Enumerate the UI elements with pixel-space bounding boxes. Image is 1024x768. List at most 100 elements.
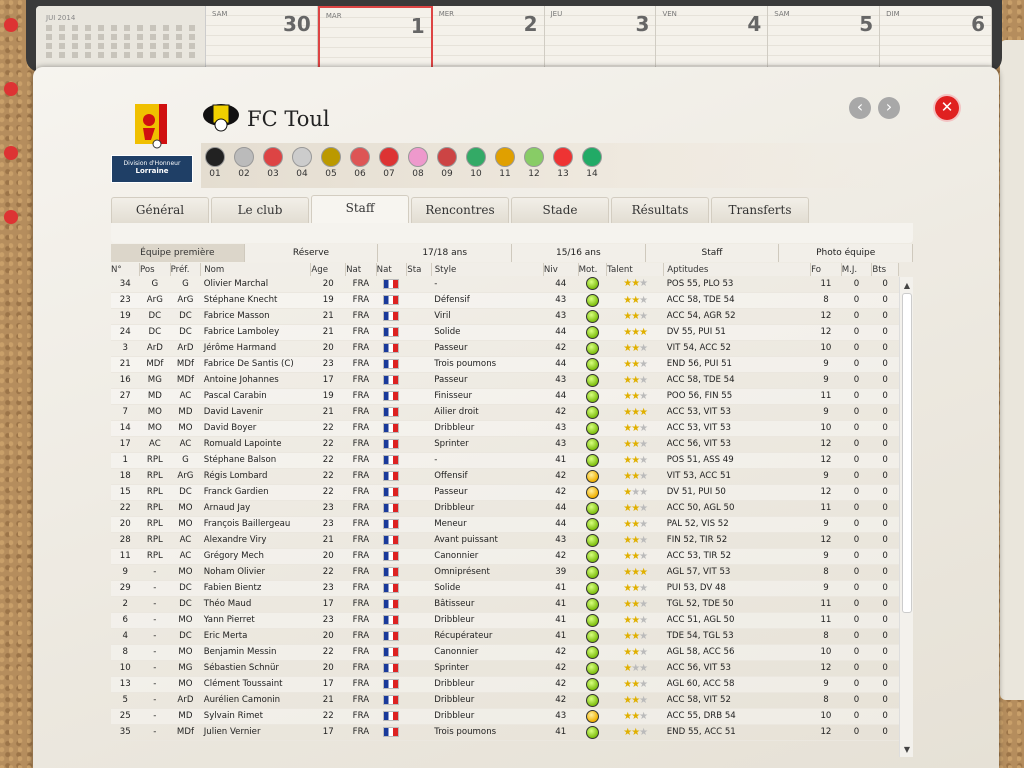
player-goals: 0 <box>871 452 899 469</box>
table-row[interactable]: 10- MG Sébastien Schnür 20 FRA Sprinter 42 ★★★ A… <box>111 660 899 677</box>
scroll-down-icon[interactable]: ▼ <box>900 743 914 757</box>
column-header[interactable]: Aptitudes <box>663 263 812 276</box>
table-row[interactable]: 25- MD Sylvain Rimet 22 FRA Dribbleur 43 ★★★ ACC… <box>111 708 899 725</box>
tab-3[interactable]: Rencontres <box>411 197 509 223</box>
league-team[interactable]: 03 <box>261 143 285 179</box>
scroll-thumb[interactable] <box>902 293 912 613</box>
table-row[interactable]: 35- MDf Julien Vernier 17 FRA Trois poumons 41… <box>111 724 899 741</box>
table-row[interactable]: 9- MO Noham Olivier 22 FRA Omniprésent 39 ★★★ AG… <box>111 564 899 581</box>
column-header[interactable]: Pos <box>139 263 171 276</box>
league-team[interactable]: 14 <box>580 143 604 179</box>
league-team[interactable]: 04 <box>290 143 314 179</box>
table-row[interactable]: 6- MO Yann Pierret 23 FRA Dribbleur 41 ★★★ ACC 5… <box>111 612 899 629</box>
next-club-button[interactable]: › <box>878 97 900 119</box>
league-team[interactable]: 13 <box>551 143 575 179</box>
player-status <box>406 708 432 725</box>
column-header[interactable]: N° <box>111 263 141 276</box>
table-scrollbar[interactable]: ▲ ▼ <box>899 277 913 757</box>
calendar-day[interactable]: DIM 6 <box>880 6 992 72</box>
tab-5[interactable]: Résultats <box>611 197 709 223</box>
league-team[interactable]: 10 <box>464 143 488 179</box>
subtab-3[interactable]: 15/16 ans <box>512 244 646 262</box>
tab-1[interactable]: Le club <box>211 197 309 223</box>
table-row[interactable]: 22 RPL MO Arnaud Jay 23 FRA Dribbleur 44 ★★★ ACC … <box>111 500 899 517</box>
table-row[interactable]: 2- DC Théo Maud 17 FRA Bâtisseur 41 ★★★ TGL 52, … <box>111 596 899 613</box>
motivation-green-icon <box>585 629 599 643</box>
previous-club-button[interactable]: ‹ <box>849 97 871 119</box>
column-header[interactable]: Talent <box>606 263 665 276</box>
table-row[interactable]: 21 MDf MDf Fabrice De Santis (C) 23 FRA Trois … <box>111 356 899 373</box>
tab-2[interactable]: Staff <box>311 195 409 223</box>
star-icon: ★ <box>623 278 632 290</box>
subtab-0[interactable]: Équipe première <box>111 244 245 262</box>
table-row[interactable]: 24 DC DC Fabrice Lamboley 21 FRA Solide 44 ★★★ DV… <box>111 324 899 341</box>
table-row[interactable]: 19 DC DC Fabrice Masson 21 FRA Viril 43 ★★★ ACC 5… <box>111 308 899 325</box>
table-row[interactable]: 14 MO MO David Boyer 22 FRA Dribbleur 43 ★★★ ACC … <box>111 420 899 437</box>
star-icon: ★ <box>631 646 640 658</box>
calendar-day[interactable]: SAM 5 <box>768 6 881 72</box>
subtab-4[interactable]: Staff <box>646 244 780 262</box>
calendar-day[interactable]: MAR 1 <box>317 6 433 72</box>
league-team[interactable]: 12 <box>522 143 546 179</box>
tab-0[interactable]: Général <box>111 197 209 223</box>
table-row[interactable]: 29- DC Fabien Bientz 23 FRA Solide 41 ★★★ PUI 53… <box>111 580 899 597</box>
table-row[interactable]: 8- MO Benjamin Messin 22 FRA Canonnier 42 ★★★ AG… <box>111 644 899 661</box>
column-header[interactable]: M.J. <box>841 263 873 276</box>
league-team[interactable]: 11 <box>493 143 517 179</box>
column-header[interactable]: Fo <box>810 263 842 276</box>
table-row[interactable]: 3 ArD ArD Jérôme Harmand 20 FRA Passeur 42 ★★★ VI… <box>111 340 899 357</box>
table-row[interactable]: 28 RPL AC Alexandre Viry 21 FRA Avant puissant… <box>111 532 899 549</box>
table-row[interactable]: 15 RPL DC Franck Gardien 22 FRA Passeur 42 ★★★ DV… <box>111 484 899 501</box>
table-row[interactable]: 16 MG MDf Antoine Johannes 17 FRA Passeur 43 ★★★… <box>111 372 899 389</box>
table-row[interactable]: 23 ArG ArG Stéphane Knecht 19 FRA Défensif 43 ★★… <box>111 292 899 309</box>
column-header[interactable]: Bts <box>871 263 899 276</box>
column-header[interactable]: Préf. <box>170 263 202 276</box>
subtab-2[interactable]: 17/18 ans <box>378 244 513 262</box>
player-style: Passeur <box>431 340 544 357</box>
team-crest-icon <box>205 147 225 167</box>
league-team[interactable]: 05 <box>319 143 343 179</box>
mini-calendar[interactable]: JUI 2014 <box>36 6 206 72</box>
column-header[interactable]: Niv <box>543 263 579 276</box>
table-row[interactable]: 18 RPL ArG Régis Lombard 22 FRA Offensif 42 ★★★ V… <box>111 468 899 485</box>
player-age: 22 <box>310 468 346 485</box>
column-header[interactable]: Nat <box>345 263 377 276</box>
player-nationality: FRA <box>345 628 377 645</box>
close-button[interactable]: ✕ <box>935 96 959 120</box>
column-header[interactable]: Mot. <box>578 263 608 276</box>
player-preferred-position: DC <box>170 308 201 325</box>
player-flag <box>376 548 407 565</box>
column-header[interactable]: Age <box>310 263 347 276</box>
calendar-day[interactable]: MER 2 <box>432 6 545 72</box>
league-team[interactable]: 07 <box>377 143 401 179</box>
table-row[interactable]: 34 G G Olivier Marchal 20 FRA -44 ★★★ POS 55, PL… <box>111 276 899 293</box>
table-row[interactable]: 13- MO Clément Toussaint 17 FRA Dribbleur 42 ★★… <box>111 676 899 693</box>
league-team[interactable]: 08 <box>406 143 430 179</box>
column-header[interactable]: Style <box>431 263 544 276</box>
tab-6[interactable]: Transferts <box>711 197 809 223</box>
table-row[interactable]: 11 RPL AC Grégory Mech 20 FRA Canonnier 42 ★★★ AC… <box>111 548 899 565</box>
calendar-day[interactable]: SAM 30 <box>206 6 318 72</box>
calendar-day[interactable]: JEU 3 <box>544 6 657 72</box>
table-row[interactable]: 27 MD AC Pascal Carabin 19 FRA Finisseur 44 ★★★ P… <box>111 388 899 405</box>
table-row[interactable]: 7 MO MD David Lavenir 21 FRA Ailier droit 42 ★★★… <box>111 404 899 421</box>
table-row[interactable]: 4- DC Eric Merta 20 FRA Récupérateur 41 ★★★ TDE … <box>111 628 899 645</box>
column-header[interactable]: Sta <box>406 263 432 276</box>
table-row[interactable]: 20 RPL MO François Baillergeau 23 FRA Meneur 44… <box>111 516 899 533</box>
calendar-day[interactable]: VEN 4 <box>656 6 769 72</box>
league-team[interactable]: 02 <box>232 143 256 179</box>
subtab-5[interactable]: Photo équipe <box>779 244 914 262</box>
league-team[interactable]: 01 <box>203 143 227 179</box>
player-nationality: FRA <box>345 724 377 741</box>
league-team[interactable]: 09 <box>435 143 459 179</box>
table-row[interactable]: 1 RPL G Stéphane Balson 22 FRA -41 ★★★ POS 51, A… <box>111 452 899 469</box>
table-row[interactable]: 5- ArD Aurélien Camonin 21 FRA Dribbleur 42 ★★★… <box>111 692 899 709</box>
league-team[interactable]: 06 <box>348 143 372 179</box>
star-icon: ★ <box>623 486 632 498</box>
subtab-1[interactable]: Réserve <box>245 244 379 262</box>
table-row[interactable]: 17 AC AC Romuald Lapointe 22 FRA Sprinter 43 ★★★… <box>111 436 899 453</box>
tab-4[interactable]: Stade <box>511 197 609 223</box>
scroll-up-icon[interactable]: ▲ <box>900 279 914 293</box>
column-header[interactable]: Nom <box>200 263 312 276</box>
column-header[interactable]: Nat <box>376 263 408 276</box>
